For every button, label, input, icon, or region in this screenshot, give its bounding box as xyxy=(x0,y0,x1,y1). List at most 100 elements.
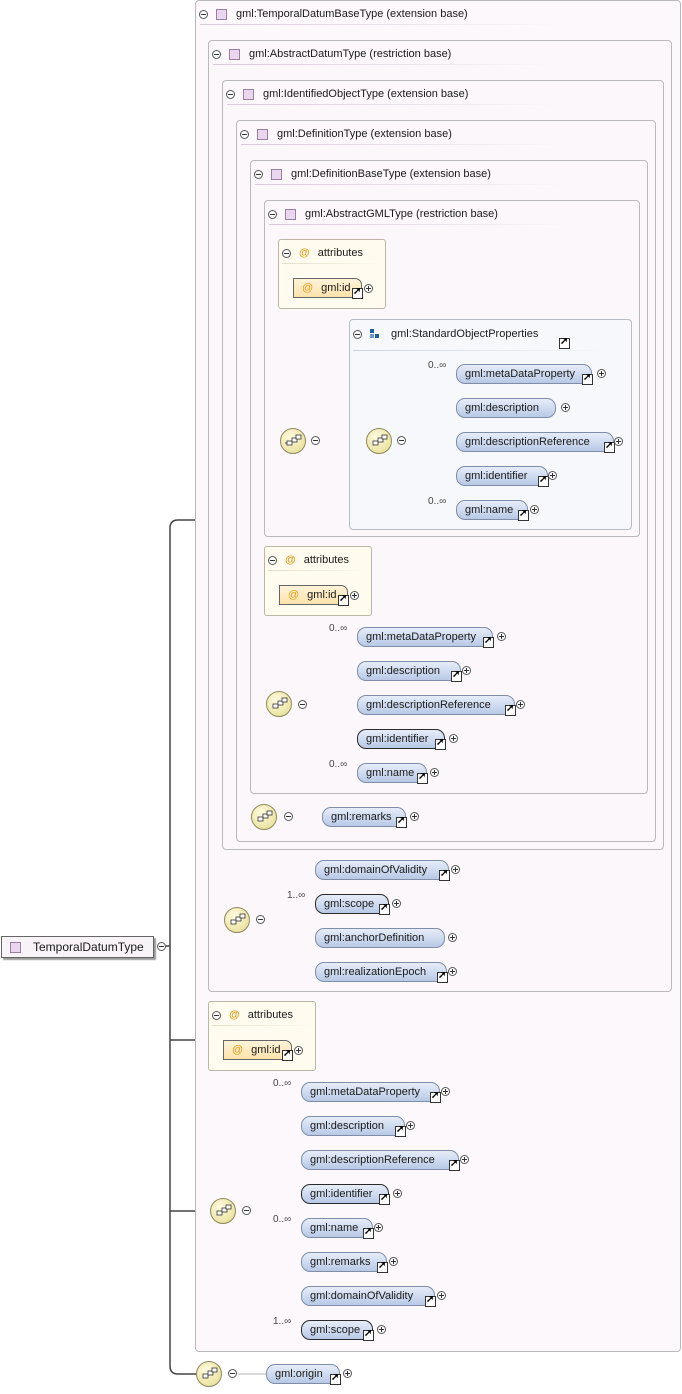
reference-link-icon[interactable] xyxy=(330,1372,341,1385)
element-name[interactable]: gml:name xyxy=(301,1218,374,1239)
root-type-temporal-datum-type[interactable]: TemporalDatumType xyxy=(1,936,154,958)
attributes-header[interactable]: @ attributes xyxy=(212,1007,293,1023)
expand-icon[interactable] xyxy=(294,1046,303,1055)
collapse-icon[interactable] xyxy=(199,9,208,19)
collapse-icon[interactable] xyxy=(228,1369,237,1378)
expand-icon[interactable] xyxy=(364,284,373,293)
attribute-gml-id[interactable]: @ gml:id xyxy=(279,585,349,606)
reference-link-icon[interactable] xyxy=(425,1294,436,1307)
attribute-gml-id[interactable]: @ gml:id xyxy=(223,1040,293,1061)
collapse-icon[interactable] xyxy=(311,436,320,445)
element-remarks[interactable]: gml:remarks xyxy=(322,807,407,828)
expand-icon[interactable] xyxy=(374,1223,383,1232)
collapse-icon[interactable] xyxy=(242,1206,251,1215)
collapse-icon[interactable] xyxy=(268,555,277,565)
expand-icon[interactable] xyxy=(548,471,557,480)
reference-link-icon[interactable] xyxy=(363,1226,374,1239)
expand-icon[interactable] xyxy=(441,1087,450,1096)
expand-icon[interactable] xyxy=(448,967,457,976)
collapse-icon[interactable] xyxy=(157,942,166,951)
collapse-icon[interactable] xyxy=(353,329,362,339)
expand-icon[interactable] xyxy=(393,1189,402,1198)
expand-icon[interactable] xyxy=(350,591,359,600)
collapse-icon[interactable] xyxy=(282,248,291,258)
collapse-icon[interactable] xyxy=(212,1010,221,1020)
standard-object-properties-header[interactable]: gml:StandardObjectProperties xyxy=(353,326,538,342)
element-scope[interactable]: gml:scope xyxy=(315,894,390,915)
reference-link-icon[interactable] xyxy=(538,474,549,487)
element-domain-of-validity[interactable]: gml:domainOfValidity xyxy=(301,1286,436,1307)
element-identifier[interactable]: gml:identifier xyxy=(357,729,446,750)
expand-icon[interactable] xyxy=(389,1257,398,1266)
element-realization-epoch[interactable]: gml:realizationEpoch xyxy=(315,962,448,983)
expand-icon[interactable] xyxy=(614,437,623,446)
collapse-icon[interactable] xyxy=(268,209,277,219)
reference-link-icon[interactable] xyxy=(338,593,349,606)
element-origin[interactable]: gml:origin xyxy=(266,1364,341,1385)
reference-link-icon[interactable] xyxy=(437,970,448,983)
expand-icon[interactable] xyxy=(530,505,539,514)
element-identifier[interactable]: gml:identifier xyxy=(301,1184,390,1205)
reference-link-icon[interactable] xyxy=(518,508,529,521)
expand-icon[interactable] xyxy=(497,632,506,641)
collapse-icon[interactable] xyxy=(240,129,249,139)
reference-link-icon[interactable] xyxy=(449,1158,460,1171)
expand-icon[interactable] xyxy=(448,933,457,942)
reference-link-icon[interactable] xyxy=(377,1260,388,1273)
collapse-icon[interactable] xyxy=(397,436,406,445)
attributes-header[interactable]: @ attributes xyxy=(282,245,363,261)
reference-link-icon[interactable] xyxy=(417,771,428,784)
reference-link-icon[interactable] xyxy=(352,286,363,299)
element-description-reference[interactable]: gml:descriptionReference xyxy=(357,695,516,716)
element-meta-data-property[interactable]: gml:metaDataProperty xyxy=(456,364,593,385)
reference-link-icon[interactable] xyxy=(483,635,494,648)
expand-icon[interactable] xyxy=(597,369,606,378)
reference-link-icon[interactable] xyxy=(582,372,593,385)
expand-icon[interactable] xyxy=(437,1291,446,1300)
expand-icon[interactable] xyxy=(410,812,419,821)
definition-base-header[interactable]: gml:DefinitionBaseType (extension base) xyxy=(254,166,491,182)
expand-icon[interactable] xyxy=(377,1325,386,1334)
element-description-reference[interactable]: gml:descriptionReference xyxy=(456,432,615,453)
abstract-gml-header[interactable]: gml:AbstractGMLType (restriction base) xyxy=(268,206,498,222)
element-anchor-definition[interactable]: gml:anchorDefinition xyxy=(315,928,445,948)
collapse-icon[interactable] xyxy=(212,49,221,59)
expand-icon[interactable] xyxy=(430,768,439,777)
expand-icon[interactable] xyxy=(460,1155,469,1164)
collapse-icon[interactable] xyxy=(254,169,263,179)
element-meta-data-property[interactable]: gml:metaDataProperty xyxy=(301,1082,441,1103)
element-name[interactable]: gml:name xyxy=(357,763,428,784)
element-name[interactable]: gml:name xyxy=(456,500,529,521)
collapse-icon[interactable] xyxy=(226,89,235,99)
collapse-icon[interactable] xyxy=(284,812,293,821)
expand-icon[interactable] xyxy=(462,666,471,675)
expand-icon[interactable] xyxy=(451,865,460,874)
element-remarks[interactable]: gml:remarks xyxy=(301,1252,388,1273)
definition-header[interactable]: gml:DefinitionType (extension base) xyxy=(240,126,452,142)
reference-link-icon[interactable] xyxy=(396,815,407,828)
element-description-reference[interactable]: gml:descriptionReference xyxy=(301,1150,460,1171)
element-description[interactable]: gml:description xyxy=(456,398,556,418)
reference-link-icon[interactable] xyxy=(435,737,446,750)
reference-link-icon[interactable] xyxy=(379,1192,390,1205)
reference-link-icon[interactable] xyxy=(379,902,390,915)
reference-link-icon[interactable] xyxy=(282,1048,293,1061)
expand-icon[interactable] xyxy=(561,403,570,412)
identified-object-header[interactable]: gml:IdentifiedObjectType (extension base… xyxy=(226,86,468,102)
reference-link-icon[interactable] xyxy=(430,1090,441,1103)
expand-icon[interactable] xyxy=(406,1121,415,1130)
reference-link-icon[interactable] xyxy=(604,440,615,453)
element-scope[interactable]: gml:scope xyxy=(301,1320,374,1341)
expand-icon[interactable] xyxy=(392,899,401,908)
element-description[interactable]: gml:description xyxy=(301,1116,406,1137)
expand-icon[interactable] xyxy=(343,1369,352,1378)
abstract-datum-header[interactable]: gml:AbstractDatumType (restriction base) xyxy=(212,46,451,62)
expand-icon[interactable] xyxy=(449,734,458,743)
temporal-datum-base-header[interactable]: gml:TemporalDatumBaseType (extension bas… xyxy=(199,6,468,22)
attribute-gml-id[interactable]: @ gml:id xyxy=(293,278,363,299)
reference-link-icon[interactable] xyxy=(439,868,450,881)
element-identifier[interactable]: gml:identifier xyxy=(456,466,549,487)
attributes-header[interactable]: @ attributes xyxy=(268,552,349,568)
reference-link-icon[interactable] xyxy=(395,1124,406,1137)
expand-icon[interactable] xyxy=(516,700,525,709)
